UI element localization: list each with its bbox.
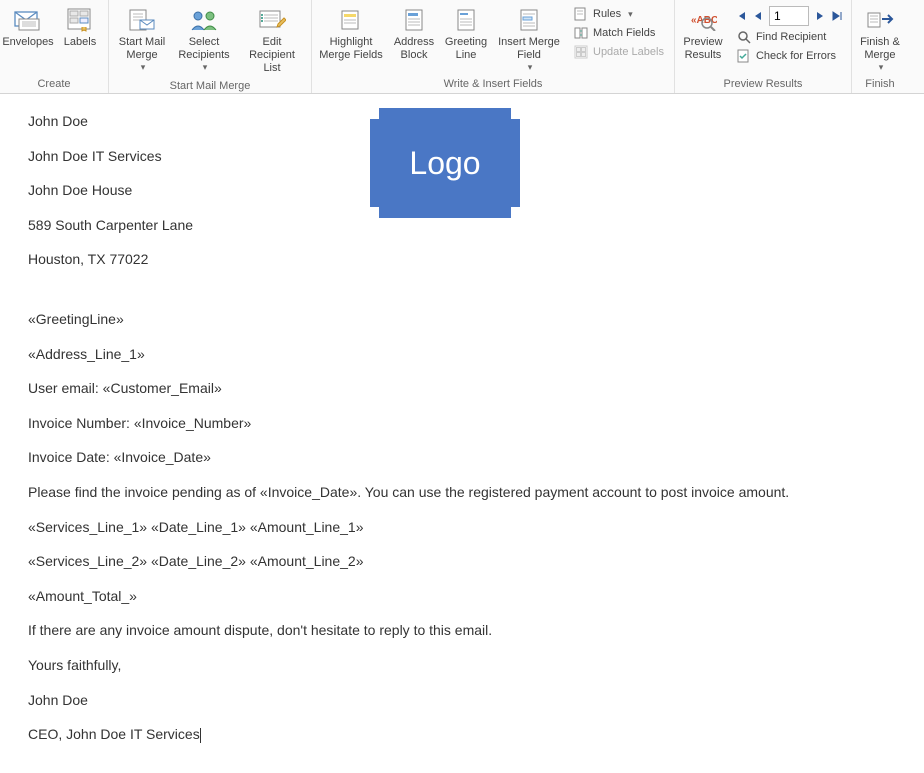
- update-labels-button: Update Labels: [572, 44, 666, 60]
- envelope-icon: [14, 6, 42, 34]
- select-recipients-icon: [190, 6, 218, 34]
- ribbon-group-write-insert: Highlight Merge Fields Address Block Gre…: [312, 0, 675, 93]
- edit-recipient-list-icon: [258, 6, 286, 34]
- document-body[interactable]: Logo John Doe John Doe IT Services John …: [0, 94, 924, 773]
- chevron-down-icon: ▾: [141, 62, 146, 73]
- chevron-down-icon: ▾: [879, 62, 884, 73]
- select-recipients-label: Select Recipients: [177, 36, 231, 62]
- closing-line: Yours faithfully,: [28, 656, 896, 676]
- svg-text:«ABC»: «ABC»: [691, 15, 717, 26]
- finish-merge-button[interactable]: Finish & Merge▾: [856, 4, 904, 75]
- finish-merge-label: Finish & Merge: [858, 36, 902, 62]
- check-for-errors-label: Check for Errors: [756, 50, 836, 62]
- rules-button[interactable]: Rules ▾: [572, 6, 666, 22]
- record-number-input[interactable]: [769, 6, 809, 26]
- preview-results-label: Preview Results: [681, 36, 725, 62]
- labels-label: Labels: [64, 36, 96, 49]
- start-mail-merge-label: Start Mail Merge: [115, 36, 169, 62]
- ribbon-group-write-insert-label: Write & Insert Fields: [444, 78, 543, 90]
- update-labels-label: Update Labels: [593, 46, 664, 58]
- labels-button[interactable]: Labels: [56, 4, 104, 51]
- select-recipients-button[interactable]: Select Recipients▾: [175, 4, 233, 75]
- preview-results-icon: «ABC»: [689, 6, 717, 34]
- chevron-down-icon: ▾: [203, 62, 208, 73]
- amount-total-line: «Amount_Total_»: [28, 587, 896, 607]
- find-recipient-label: Find Recipient: [756, 31, 826, 43]
- match-fields-icon: [574, 26, 588, 40]
- invoice-date-line: Invoice Date: «Invoice_Date»: [28, 448, 896, 468]
- rules-label: Rules: [593, 8, 621, 20]
- signature-title: CEO, John Doe IT Services: [28, 726, 200, 742]
- insert-merge-field-button[interactable]: Insert Merge Field▾: [494, 4, 564, 75]
- ribbon-group-create: Envelopes Labels Create: [0, 0, 109, 93]
- highlight-merge-fields-label: Highlight Merge Fields: [318, 36, 384, 62]
- insert-merge-field-icon: [519, 6, 539, 34]
- start-mail-merge-button[interactable]: Start Mail Merge▾: [113, 4, 171, 75]
- edit-recipient-list-label: Edit Recipient List: [239, 36, 305, 76]
- sender-city-state-zip: Houston, TX 77022: [28, 250, 896, 270]
- ribbon-group-preview-results: «ABC» Preview Results Find Recipient: [675, 0, 852, 93]
- rules-icon: [574, 7, 588, 21]
- ribbon-group-start-mail-merge: Start Mail Merge▾ Select Recipients▾ Edi…: [109, 0, 312, 93]
- envelopes-button[interactable]: Envelopes: [4, 4, 52, 51]
- sender-street: 589 South Carpenter Lane: [28, 216, 896, 236]
- insert-merge-field-label: Insert Merge Field: [496, 36, 562, 62]
- update-labels-icon: [574, 45, 588, 59]
- check-for-errors-icon: [737, 49, 751, 63]
- address-block-label: Address Block: [392, 36, 436, 62]
- finish-merge-icon: [866, 6, 894, 34]
- address-block-button[interactable]: Address Block: [390, 4, 438, 64]
- services-row-2: «Services_Line_2» «Date_Line_2» «Amount_…: [28, 552, 896, 572]
- greeting-line-field: «GreetingLine»: [28, 310, 896, 330]
- ribbon: Envelopes Labels Create Start Mail Merge…: [0, 0, 924, 94]
- find-recipient-icon: [737, 30, 751, 44]
- first-record-button[interactable]: [735, 10, 747, 22]
- address-line-1-field: «Address_Line_1»: [28, 345, 896, 365]
- signature-name: John Doe: [28, 691, 896, 711]
- chevron-down-icon: ▾: [628, 9, 633, 20]
- logo-placeholder: Logo: [370, 108, 520, 218]
- dispute-line: If there are any invoice amount dispute,…: [28, 621, 896, 641]
- edit-recipient-list-button[interactable]: Edit Recipient List: [237, 4, 307, 78]
- highlight-merge-fields-button[interactable]: Highlight Merge Fields: [316, 4, 386, 64]
- highlight-merge-fields-icon: [339, 6, 363, 34]
- match-fields-label: Match Fields: [593, 27, 655, 39]
- ribbon-group-start-mail-merge-label: Start Mail Merge: [170, 80, 251, 92]
- text-cursor: [200, 728, 201, 743]
- address-block-icon: [404, 6, 424, 34]
- next-record-button[interactable]: [815, 10, 825, 22]
- user-email-line: User email: «Customer_Email»: [28, 379, 896, 399]
- ribbon-group-finish-label: Finish: [865, 78, 894, 90]
- last-record-button[interactable]: [831, 10, 843, 22]
- preview-results-button[interactable]: «ABC» Preview Results: [679, 4, 727, 64]
- greeting-line-icon: [456, 6, 476, 34]
- please-find-line: Please find the invoice pending as of «I…: [28, 483, 896, 503]
- greeting-line-button[interactable]: Greeting Line: [442, 4, 490, 64]
- logo-text: Logo: [409, 141, 480, 186]
- chevron-down-icon: ▾: [528, 62, 533, 73]
- services-row-1: «Services_Line_1» «Date_Line_1» «Amount_…: [28, 518, 896, 538]
- find-recipient-button[interactable]: Find Recipient: [735, 29, 843, 45]
- labels-icon: [67, 6, 93, 34]
- match-fields-button[interactable]: Match Fields: [572, 25, 666, 41]
- envelopes-label: Envelopes: [2, 36, 53, 49]
- check-for-errors-button[interactable]: Check for Errors: [735, 48, 843, 64]
- invoice-number-line: Invoice Number: «Invoice_Number»: [28, 414, 896, 434]
- start-mail-merge-icon: [128, 6, 156, 34]
- ribbon-group-finish: Finish & Merge▾ Finish: [852, 0, 908, 93]
- ribbon-group-create-label: Create: [37, 78, 70, 90]
- greeting-line-label: Greeting Line: [444, 36, 488, 62]
- ribbon-group-preview-results-label: Preview Results: [724, 78, 803, 90]
- prev-record-button[interactable]: [753, 10, 763, 22]
